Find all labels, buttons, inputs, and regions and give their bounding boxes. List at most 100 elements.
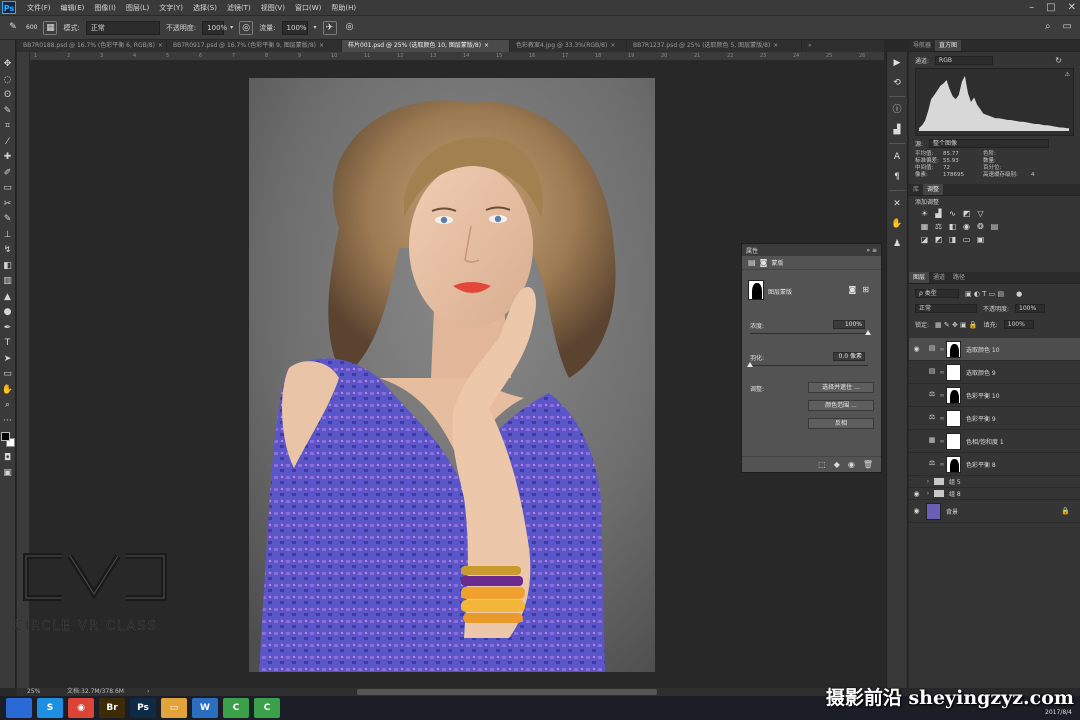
invert-button[interactable]: 反相 xyxy=(808,418,874,429)
layer-row[interactable]: ⚖ ∞ 色彩平衡 10 xyxy=(909,384,1080,407)
delete-mask-icon[interactable]: 🗑 xyxy=(863,460,873,469)
menu-help[interactable]: 帮助(H) xyxy=(326,3,361,13)
pressure-opacity-icon[interactable]: ◎ xyxy=(239,20,254,35)
tab-document[interactable]: BB7R0188.psd @ 16.7% (色彩平衡 6, RGB/8) × xyxy=(17,40,167,52)
screen-mode-icon[interactable]: ▣ xyxy=(2,467,14,479)
crop-tool-icon[interactable]: ⌗ xyxy=(2,120,14,132)
close-tab-icon[interactable]: × xyxy=(319,42,324,49)
opacity-dropdown-icon[interactable]: ▾ xyxy=(230,24,233,31)
gradient-map-icon[interactable]: ▭ xyxy=(961,235,972,245)
layer-row[interactable]: › 组 5 xyxy=(909,476,1080,488)
layer-mask-thumbnail[interactable] xyxy=(946,363,961,381)
curves-icon[interactable]: ∿ xyxy=(947,209,958,219)
density-slider[interactable] xyxy=(750,330,871,335)
close-icon[interactable]: ✕ xyxy=(1068,2,1076,13)
layer-row[interactable]: ⚖ ∞ 色彩平衡 8 xyxy=(909,453,1080,476)
status-menu-icon[interactable]: › xyxy=(147,688,149,696)
eyedropper-tool-icon[interactable]: ⁄ xyxy=(2,136,14,148)
tab-channels[interactable]: 通道 xyxy=(929,272,949,283)
stamp-tool-icon[interactable]: ⊥ xyxy=(2,229,14,241)
color-swatches[interactable] xyxy=(0,432,15,448)
word-icon[interactable]: W xyxy=(192,698,218,718)
layer-thumbnail[interactable] xyxy=(926,502,941,520)
link-icon[interactable]: ∞ xyxy=(938,415,946,422)
panel-menu-icon[interactable]: » ≡ xyxy=(866,247,877,254)
source-select[interactable]: 整个图像 xyxy=(929,139,1050,148)
tab-navigator[interactable]: 导航器 xyxy=(909,40,935,51)
history-brush-icon[interactable]: ✎ xyxy=(2,213,14,225)
flow-input[interactable]: 100% xyxy=(281,20,308,35)
brush-size-value[interactable]: 600 xyxy=(26,24,37,31)
tab-document[interactable]: BB7R0917.psd @ 16.7% (色彩平衡 9, 图层蒙版/8) × xyxy=(167,40,342,52)
lasso-tool-icon[interactable]: ʘ xyxy=(2,89,14,101)
link-icon[interactable]: ∞ xyxy=(938,346,946,353)
tab-document[interactable]: 色彩教案4.jpg @ 33.3%(RGB/8) × xyxy=(510,40,627,52)
link-icon[interactable]: ∞ xyxy=(938,392,946,399)
mask-props-icon[interactable]: ◙ xyxy=(760,258,768,267)
clone-tool-icon[interactable]: ✂ xyxy=(2,198,14,210)
zoom-level[interactable]: 25% xyxy=(27,688,40,696)
close-tab-icon[interactable]: × xyxy=(158,42,163,49)
gradient-tool-icon[interactable]: ▥ xyxy=(2,275,14,287)
link-icon[interactable]: ∞ xyxy=(938,369,946,376)
density-input[interactable]: 100% xyxy=(833,320,865,329)
menu-type[interactable]: 文字(Y) xyxy=(154,3,188,13)
paragraph-icon[interactable]: ¶ xyxy=(890,170,904,184)
opacity-input[interactable]: 100% xyxy=(202,20,227,35)
horizontal-scrollbar[interactable] xyxy=(357,689,657,695)
character-icon[interactable]: A xyxy=(890,150,904,164)
expand-group-icon[interactable]: › xyxy=(924,490,932,497)
zoom-tool-icon[interactable]: ⌕ xyxy=(2,399,14,411)
pen-tool-icon[interactable]: ✒ xyxy=(2,322,14,334)
warning-icon[interactable]: ⚠ xyxy=(1065,71,1070,78)
more-tools-icon[interactable]: ··· xyxy=(2,415,14,427)
density-slider-thumb[interactable] xyxy=(865,330,871,335)
brush-presets-icon[interactable]: ✋ xyxy=(890,217,904,231)
adjustment-props-icon[interactable]: ▤ xyxy=(748,258,756,267)
posterize-icon[interactable]: ◩ xyxy=(933,235,944,245)
apply-mask-icon[interactable]: ◆ xyxy=(834,460,840,469)
blur-tool-icon[interactable]: ▲ xyxy=(2,291,14,303)
layer-mask-thumbnail[interactable] xyxy=(946,386,961,404)
quick-mask-icon[interactable]: ◘ xyxy=(2,452,14,464)
refresh-icon[interactable]: ↻ xyxy=(1055,56,1062,65)
hand-tool-icon[interactable]: ✋ xyxy=(2,384,14,396)
link-icon[interactable]: ∞ xyxy=(938,438,946,445)
layer-mask-thumbnail[interactable] xyxy=(946,432,961,450)
menu-window[interactable]: 窗口(W) xyxy=(290,3,326,13)
layer-filter-select[interactable]: ρ 类型 xyxy=(915,289,959,298)
lock-icons[interactable]: ▦ ✎ ✥ ▣ 🔒 xyxy=(935,321,978,329)
clone-source-icon[interactable]: ♟ xyxy=(890,237,904,251)
move-tool-icon[interactable]: ✥ xyxy=(2,58,14,70)
pixel-mask-icon[interactable]: ◙ xyxy=(849,285,857,294)
menu-edit[interactable]: 编辑(E) xyxy=(56,3,90,13)
channel-mixer-icon[interactable]: ❂ xyxy=(975,222,986,232)
brush-tool-icon[interactable]: ✎ xyxy=(6,21,20,35)
app-swirl-icon[interactable]: S xyxy=(37,698,63,718)
photo-filter-icon[interactable]: ◉ xyxy=(961,222,972,232)
color-balance-icon[interactable]: ⚖ xyxy=(933,222,944,232)
layer-row[interactable]: ◉ › 组 8 xyxy=(909,488,1080,500)
filter-toggle-icon[interactable]: ● xyxy=(1016,290,1022,298)
close-tab-icon[interactable]: × xyxy=(610,42,615,49)
filter-icons[interactable]: ▣ ◐ T ▭ ▤ xyxy=(965,290,1004,298)
layer-row[interactable]: ◉ ▤ ∞ 选取颜色 10 xyxy=(909,338,1080,361)
camtasia-2-icon[interactable]: C xyxy=(254,698,280,718)
type-tool-icon[interactable]: T xyxy=(2,337,14,349)
channel-select[interactable]: RGB xyxy=(935,56,994,65)
shape-tool-icon[interactable]: ▭ xyxy=(2,368,14,380)
layer-row[interactable]: ⚖ ∞ 色彩平衡 9 xyxy=(909,407,1080,430)
art-brush-icon[interactable]: ↯ xyxy=(2,244,14,256)
fill-input[interactable]: 100% xyxy=(1003,320,1034,329)
quick-select-tool-icon[interactable]: ✎ xyxy=(2,105,14,117)
threshold-icon[interactable]: ◨ xyxy=(947,235,958,245)
tab-document[interactable]: BB7R1237.psd @ 25% (选取颜色 5, 图层蒙版/8) × xyxy=(627,40,802,52)
feather-input[interactable]: 0.0 像素 xyxy=(833,352,865,361)
workspace-icon[interactable]: ▭ xyxy=(1063,21,1072,32)
color-range-button[interactable]: 颜色范围 ... xyxy=(808,400,874,411)
pressure-size-icon[interactable]: ◎ xyxy=(343,21,357,35)
marquee-tool-icon[interactable]: ◌ xyxy=(2,74,14,86)
healing-tool-icon[interactable]: ✚ xyxy=(2,151,14,163)
feather-slider[interactable] xyxy=(747,362,868,367)
expand-group-icon[interactable]: › xyxy=(924,478,932,485)
